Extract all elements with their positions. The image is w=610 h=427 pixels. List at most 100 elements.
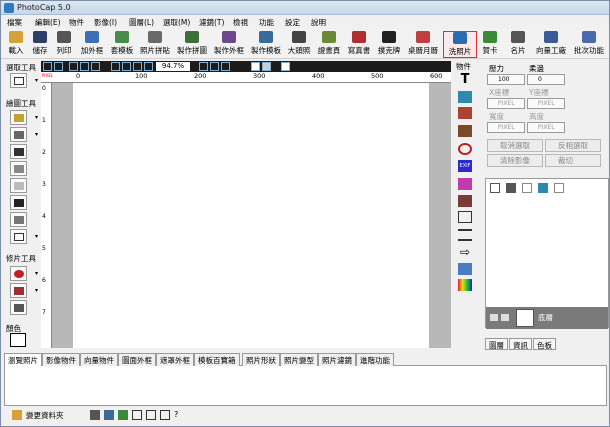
invert-selection-button[interactable]: 反相選取	[545, 139, 601, 152]
height-input[interactable]: PIXEL	[527, 122, 565, 133]
width-input[interactable]: PIXEL	[487, 122, 525, 133]
clear-image-button[interactable]: 清除影像	[487, 154, 543, 167]
menu-image[interactable]: 影像(I)	[94, 17, 117, 28]
tab-mask-frame[interactable]: 遮罩外框	[156, 353, 194, 366]
make-puzzle-button[interactable]: 製作拼圖	[174, 31, 210, 58]
repair-brush-dropdown-icon[interactable]: ▾	[35, 287, 38, 294]
redo-icon[interactable]	[54, 62, 63, 71]
photo-browser-area[interactable]	[4, 366, 607, 406]
tab-browse-photos[interactable]: 瀏覽照片	[4, 353, 42, 366]
fit-screen-icon[interactable]	[133, 62, 142, 71]
lock-layer-icon[interactable]	[522, 183, 532, 193]
foreground-color-swatch[interactable]	[10, 333, 26, 347]
rect-select-button[interactable]	[10, 73, 27, 88]
thumb-small-icon[interactable]	[104, 410, 114, 420]
eraser-button[interactable]	[10, 195, 27, 210]
red-eye-button[interactable]	[10, 266, 27, 281]
add-frame-button[interactable]: 加外框	[77, 31, 107, 58]
canvas-workspace[interactable]	[52, 83, 451, 348]
apply-template-button[interactable]: 套模板	[108, 31, 136, 58]
rotate-right-icon[interactable]	[160, 410, 170, 420]
layer-properties-icon[interactable]	[554, 183, 564, 193]
tab-info[interactable]: 資訊	[509, 338, 532, 350]
speech-bubble-icon[interactable]	[458, 211, 472, 223]
frame-object-icon[interactable]	[458, 125, 472, 137]
pen-button[interactable]	[10, 144, 27, 159]
pointer-icon[interactable]	[199, 62, 208, 71]
make-template-button[interactable]: 製作模板	[248, 31, 284, 58]
greeting-card-button[interactable]: 賀卡	[479, 31, 501, 58]
poker-card-button[interactable]: 撲克牌	[375, 31, 403, 58]
brush-button[interactable]	[10, 110, 27, 125]
brush-dropdown-icon[interactable]: ▾	[35, 114, 38, 121]
eyedropper-button[interactable]	[10, 212, 27, 227]
bg-white-icon[interactable]	[251, 62, 260, 71]
tab-template-box[interactable]: 模板百寶箱	[194, 353, 240, 366]
menu-function[interactable]: 功能	[259, 17, 274, 28]
certificate-button[interactable]: 證書頁	[315, 31, 343, 58]
y-coord-input[interactable]: PIXEL	[527, 98, 565, 109]
bg-gray-icon[interactable]	[262, 62, 271, 71]
tab-advanced[interactable]: 進階功能	[356, 353, 394, 366]
calendar-button[interactable]: 桌曆月曆	[405, 31, 441, 58]
folder-icon[interactable]	[12, 410, 22, 420]
layer-image-icon[interactable]	[538, 183, 548, 193]
hand-icon[interactable]	[210, 62, 219, 71]
shape-button[interactable]	[10, 229, 27, 244]
zoom-out-icon[interactable]	[122, 62, 131, 71]
paste-icon[interactable]	[80, 62, 89, 71]
tab-swatches[interactable]: 色板	[533, 338, 556, 350]
tab-photo-filter[interactable]: 照片濾鏡	[318, 353, 356, 366]
pencil-dropdown-icon[interactable]: ▾	[35, 131, 38, 138]
actual-size-icon[interactable]	[144, 62, 153, 71]
print-photo-button[interactable]: 洗照片	[443, 31, 477, 58]
print-button[interactable]: 列印	[53, 31, 75, 58]
calendar-object-icon[interactable]	[458, 195, 472, 207]
make-frame-button[interactable]: 製作外框	[211, 31, 247, 58]
copy-icon[interactable]	[69, 62, 78, 71]
image-object-icon[interactable]	[458, 91, 472, 103]
repair-brush-button[interactable]	[10, 283, 27, 298]
view-mode-icon[interactable]	[90, 410, 100, 420]
load-button[interactable]: 載入	[5, 31, 27, 58]
canvas-page[interactable]	[73, 83, 429, 348]
fill-button[interactable]	[10, 178, 27, 193]
sort-icon[interactable]	[132, 410, 142, 420]
menu-edit[interactable]: 編輯(E)	[35, 17, 61, 28]
move-icon[interactable]	[221, 62, 230, 71]
vector-factory-button[interactable]: 向量工廠	[533, 31, 569, 58]
pencil-button[interactable]	[10, 127, 27, 142]
pressure-input[interactable]: 100	[487, 74, 525, 85]
help-icon[interactable]: ?	[174, 410, 184, 420]
thumb-large-icon[interactable]	[118, 410, 128, 420]
color-grid-icon[interactable]	[458, 279, 472, 291]
layer-row[interactable]: 底層	[486, 307, 608, 329]
arrow-icon[interactable]: ⇨	[458, 246, 472, 258]
tab-page-frame[interactable]: 圖面外框	[118, 353, 156, 366]
save-button[interactable]: 儲存	[29, 31, 51, 58]
bg-light-icon[interactable]	[281, 62, 290, 71]
menu-layer[interactable]: 圖層(L)	[129, 17, 154, 28]
tab-layers[interactable]: 圖層	[485, 338, 508, 350]
undo-icon[interactable]	[43, 62, 52, 71]
line-icon[interactable]	[458, 229, 472, 241]
eye-icon[interactable]	[490, 314, 498, 321]
stamp-button[interactable]	[10, 161, 27, 176]
menu-object[interactable]: 物件	[69, 17, 84, 28]
id-photo-button[interactable]: 大頭照	[285, 31, 313, 58]
change-folder-label[interactable]: 變更資料夾	[26, 410, 64, 421]
delete-layer-icon[interactable]	[506, 183, 516, 193]
tab-vector-objects[interactable]: 向量物件	[80, 353, 118, 366]
crop-button[interactable]: 裁切	[545, 154, 601, 167]
photo-object-icon[interactable]	[458, 107, 472, 119]
tab-image-objects[interactable]: 影像物件	[42, 353, 80, 366]
cake-icon[interactable]	[458, 178, 472, 190]
new-layer-icon[interactable]	[490, 183, 500, 193]
business-card-button[interactable]: 名片	[507, 31, 529, 58]
callout-icon[interactable]	[458, 263, 472, 275]
menu-settings[interactable]: 設定	[285, 17, 300, 28]
zoom-level[interactable]: 94.7%	[156, 62, 190, 71]
shape-dropdown-icon[interactable]: ▾	[35, 233, 38, 240]
cancel-selection-button[interactable]: 取消選取	[487, 139, 543, 152]
tab-photo-shape[interactable]: 照片形狀	[242, 353, 280, 366]
